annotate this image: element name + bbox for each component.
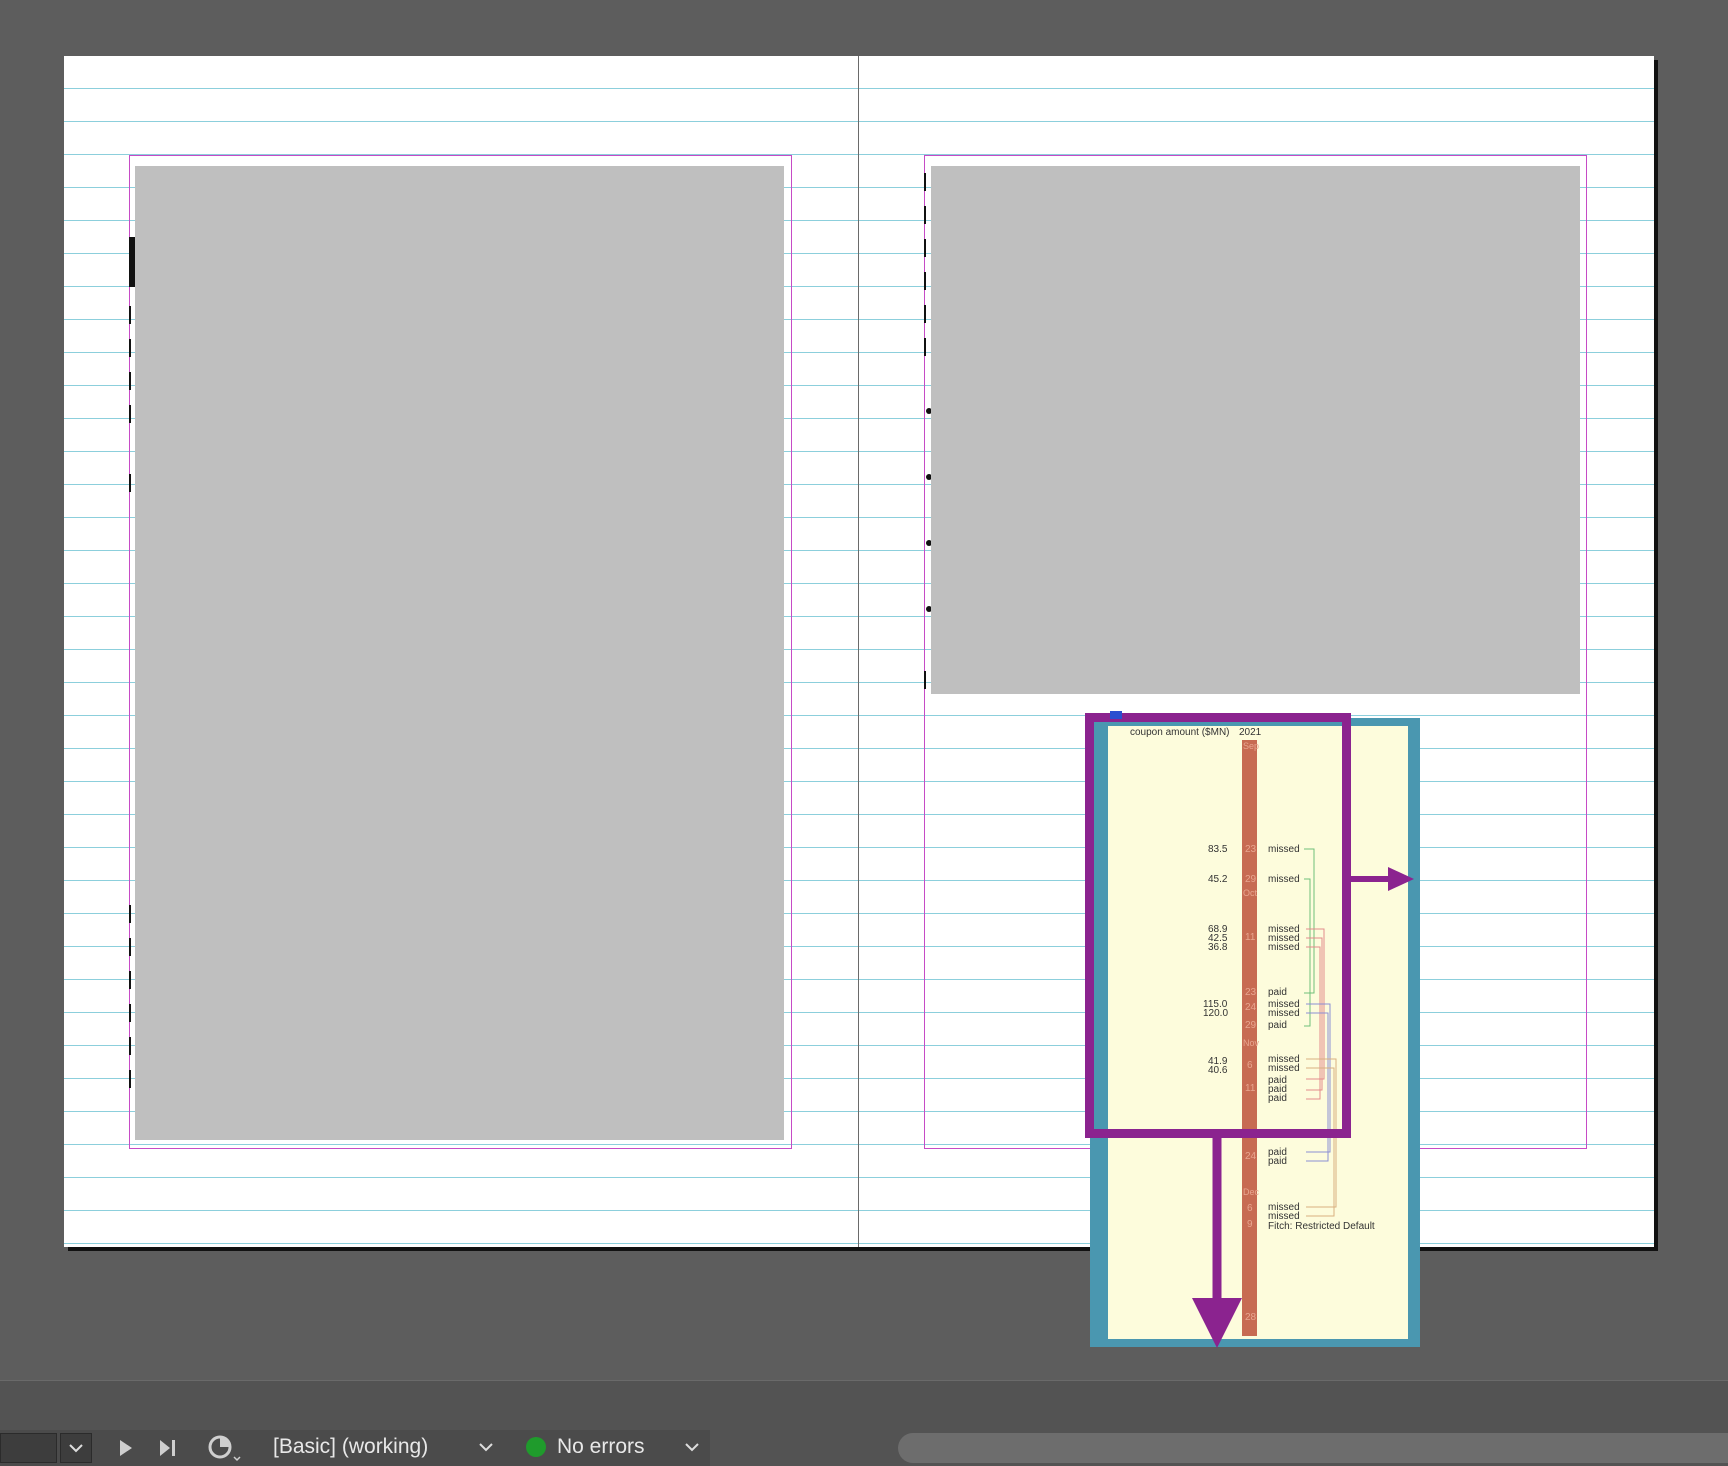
preflight-profile[interactable]: [Basic] (working) (273, 1432, 428, 1462)
status-ok-icon (526, 1437, 546, 1457)
chevron-down-icon[interactable] (681, 1436, 703, 1458)
preflight-status[interactable]: No errors (557, 1432, 645, 1462)
chevron-down-icon (69, 1444, 83, 1453)
play-icon[interactable] (117, 1438, 137, 1458)
horizontal-scrollbar[interactable] (898, 1433, 1728, 1463)
page-number-field[interactable] (0, 1433, 57, 1463)
last-page-icon[interactable] (157, 1438, 181, 1458)
chevron-down-icon[interactable] (475, 1436, 497, 1458)
preflight-icon[interactable] (207, 1434, 243, 1462)
arrow-annotations (1192, 867, 1414, 1348)
page-dropdown-button[interactable] (60, 1433, 92, 1463)
